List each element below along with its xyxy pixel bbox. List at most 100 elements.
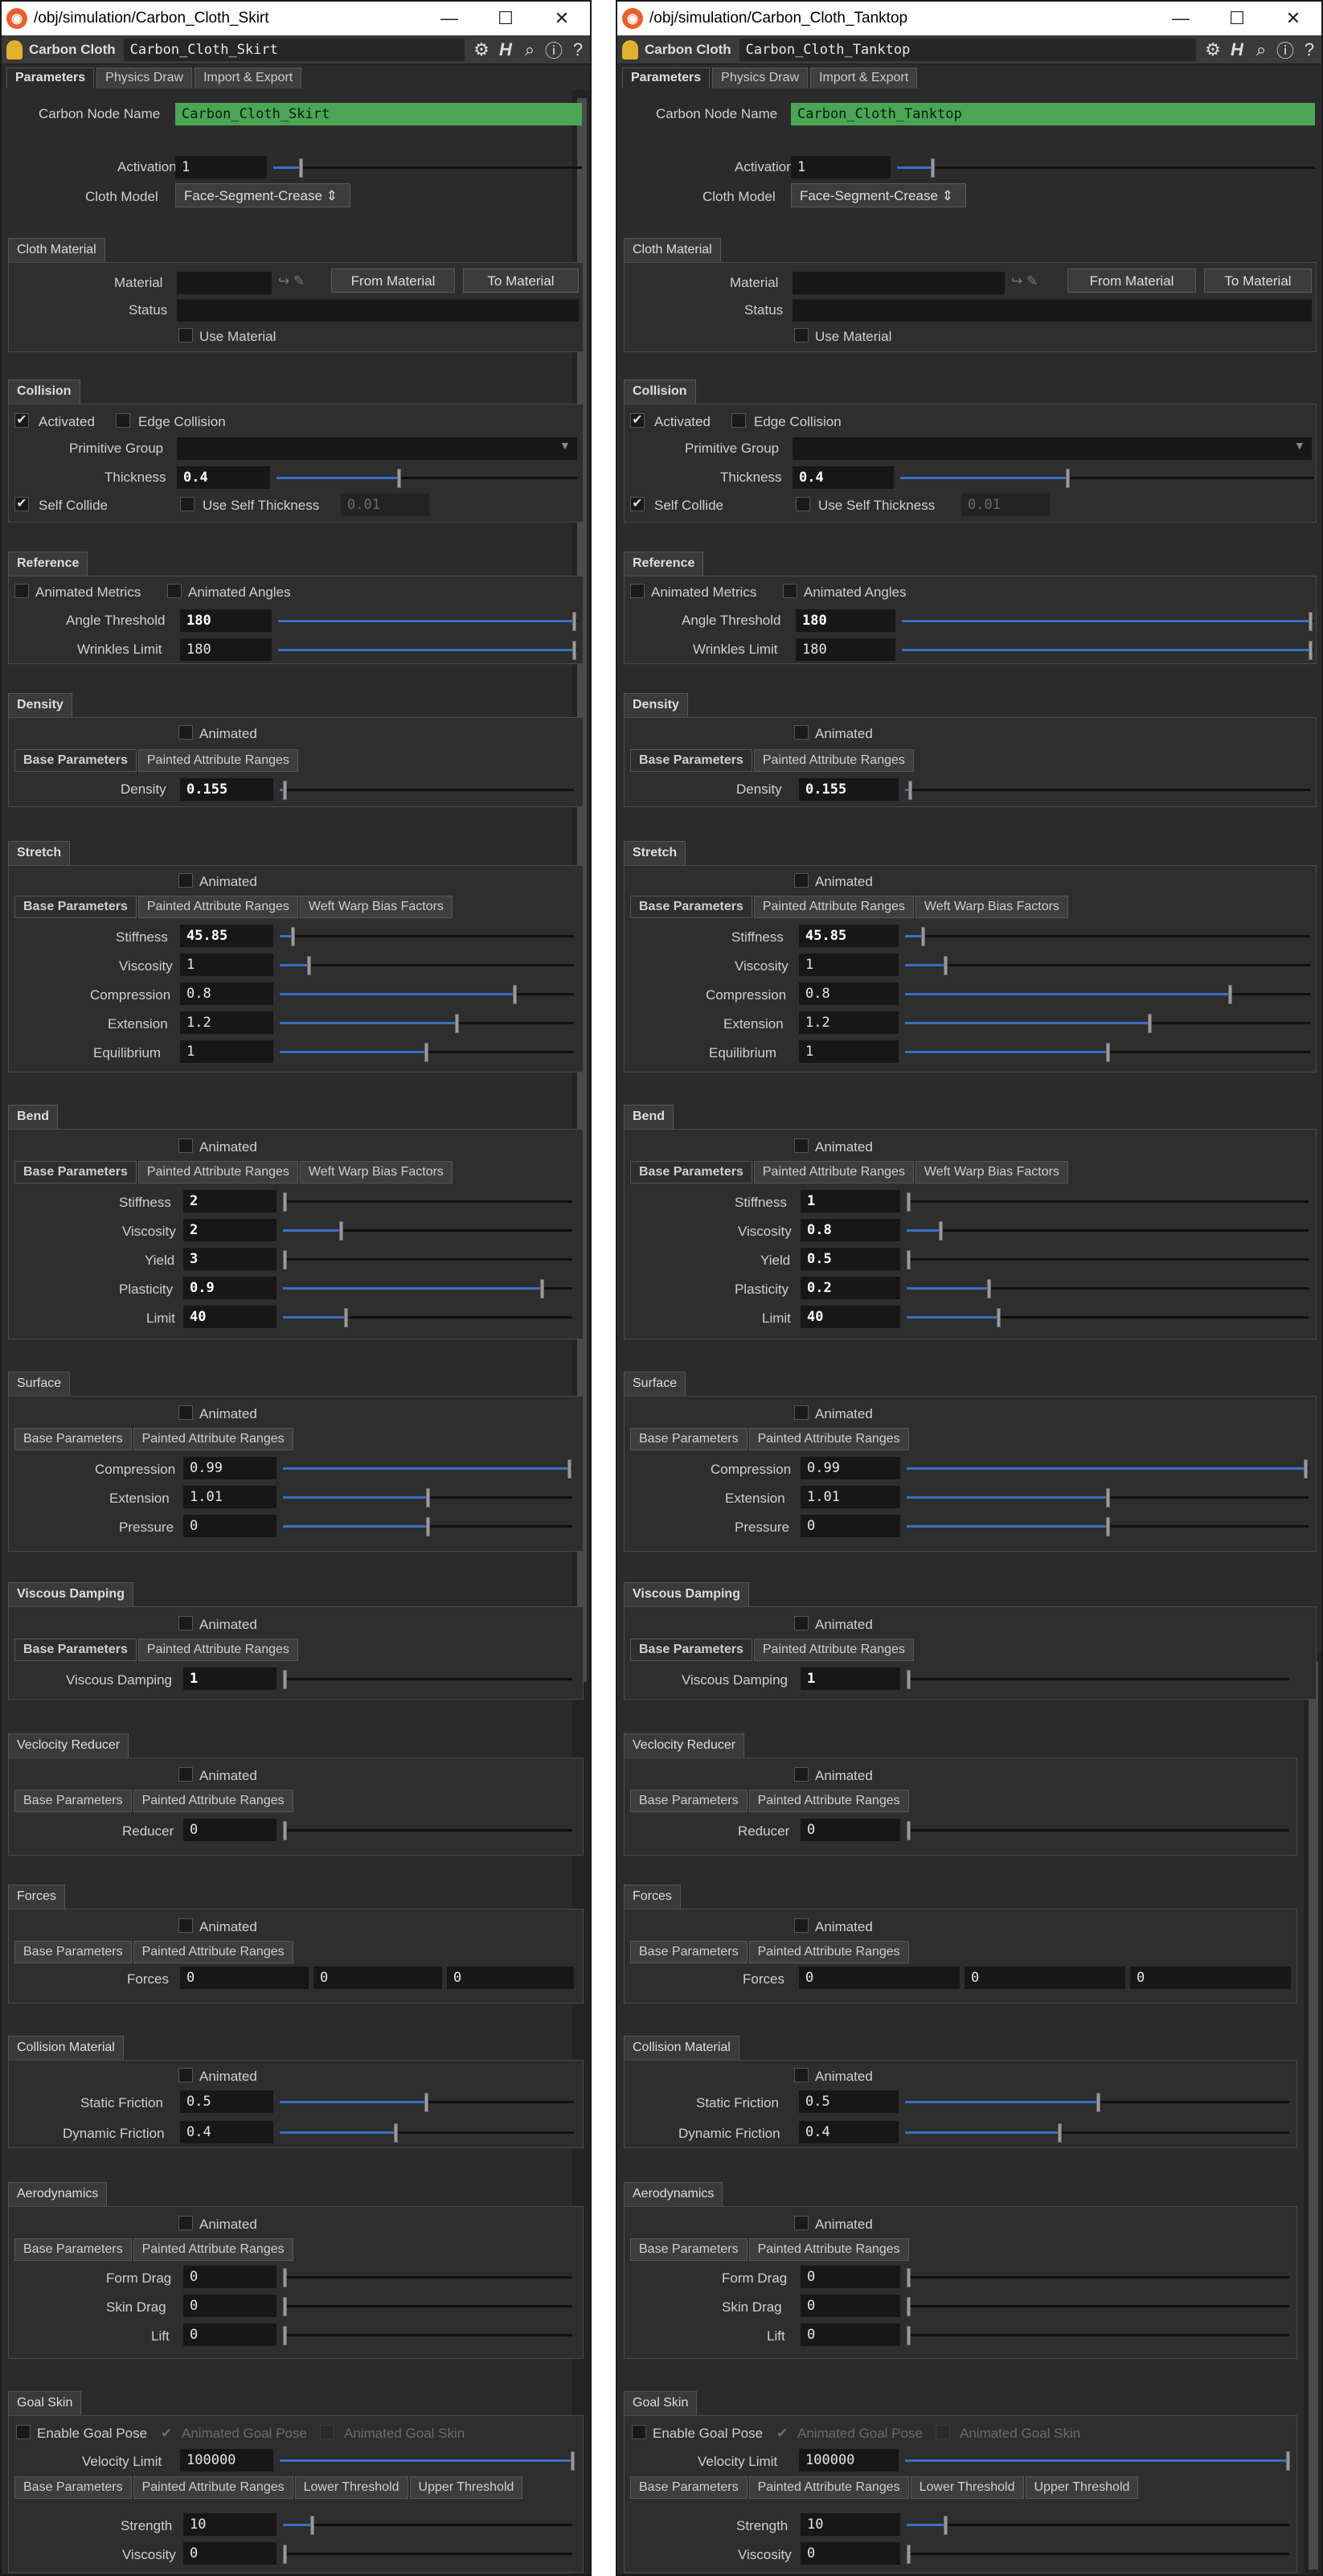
wrinkles-limit-field[interactable]: 180 bbox=[180, 638, 272, 661]
tab-base-parameters[interactable]: Base Parameters bbox=[630, 1790, 748, 1812]
self-collide-checkbox[interactable]: ✔ bbox=[630, 497, 645, 511]
stretch-viscosity-field[interactable]: 1 bbox=[799, 954, 899, 976]
primitive-group-field[interactable] bbox=[177, 437, 577, 460]
angle-threshold-slider[interactable] bbox=[902, 612, 1313, 631]
tab-base-parameters[interactable]: Base Parameters bbox=[630, 896, 752, 918]
section-collision-material[interactable]: Collision Material bbox=[624, 2036, 739, 2060]
activation-field[interactable]: 1 bbox=[175, 156, 267, 178]
bend-yield-field[interactable]: 0.5 bbox=[801, 1248, 900, 1270]
to-material-button[interactable]: To Material bbox=[463, 269, 579, 293]
carbon-node-name-field[interactable]: Carbon_Cloth_Skirt bbox=[175, 103, 582, 125]
stretch-compression-slider[interactable] bbox=[905, 985, 1310, 1004]
thickness-field[interactable]: 0.4 bbox=[177, 466, 270, 489]
material-field[interactable] bbox=[793, 272, 1005, 294]
tab-painted-attribute-ranges[interactable]: Painted Attribute Ranges bbox=[133, 1790, 293, 1812]
animated-metrics-checkbox[interactable] bbox=[630, 584, 645, 598]
tab-painted-attribute-ranges[interactable]: Painted Attribute Ranges bbox=[753, 896, 914, 918]
stretch-animated-checkbox[interactable] bbox=[794, 873, 809, 888]
section-cloth-material[interactable]: Cloth Material bbox=[624, 238, 721, 262]
tab-upper-threshold[interactable]: Upper Threshold bbox=[409, 2476, 523, 2499]
stretch-stiffness-slider[interactable] bbox=[280, 927, 574, 946]
bend-stiffness-field[interactable]: 1 bbox=[801, 1190, 900, 1212]
tab-painted-attribute-ranges[interactable]: Painted Attribute Ranges bbox=[748, 2238, 909, 2261]
tab-base-parameters[interactable]: Base Parameters bbox=[630, 1428, 748, 1450]
tab-base-parameters[interactable]: Base Parameters bbox=[14, 1428, 132, 1450]
section-cloth-material[interactable]: Cloth Material bbox=[8, 238, 105, 262]
bend-stiffness-field[interactable]: 2 bbox=[183, 1190, 276, 1212]
activated-checkbox[interactable]: ✔ bbox=[630, 413, 645, 428]
section-collision-material[interactable]: Collision Material bbox=[8, 2036, 124, 2060]
activated-checkbox[interactable]: ✔ bbox=[14, 413, 29, 428]
dynamic-friction-field[interactable]: 0.4 bbox=[180, 2121, 273, 2143]
viscous-damping-slider[interactable] bbox=[283, 1670, 572, 1689]
animated-goal-skin-checkbox[interactable] bbox=[320, 2425, 334, 2439]
bend-viscosity-field[interactable]: 2 bbox=[183, 1219, 276, 1241]
strength-field[interactable]: 10 bbox=[801, 2513, 900, 2536]
section-reference[interactable]: Reference bbox=[624, 552, 704, 576]
angle-threshold-field[interactable]: 180 bbox=[180, 609, 272, 632]
forces-y-field[interactable]: 0 bbox=[965, 1967, 1125, 1989]
density-field[interactable]: 0.155 bbox=[180, 778, 273, 801]
bend-limit-field[interactable]: 40 bbox=[801, 1306, 900, 1328]
section-collision[interactable]: Collision bbox=[624, 379, 696, 404]
tab-lower-threshold[interactable]: Lower Threshold bbox=[910, 2476, 1024, 2499]
forces-animated-checkbox[interactable] bbox=[178, 1918, 193, 1933]
skin-drag-field[interactable]: 0 bbox=[183, 2295, 276, 2317]
lift-field[interactable]: 0 bbox=[183, 2324, 276, 2346]
stretch-stiffness-slider[interactable] bbox=[905, 927, 1310, 946]
stretch-compression-field[interactable]: 0.8 bbox=[799, 982, 899, 1005]
bend-limit-slider[interactable] bbox=[907, 1308, 1309, 1327]
surface-compression-field[interactable]: 0.99 bbox=[183, 1457, 276, 1479]
stretch-extension-slider[interactable] bbox=[905, 1014, 1310, 1033]
thickness-field[interactable]: 0.4 bbox=[793, 466, 894, 489]
dynamic-friction-field[interactable]: 0.4 bbox=[799, 2121, 899, 2143]
tab-base-parameters[interactable]: Base Parameters bbox=[14, 749, 137, 772]
aerodynamics-animated-checkbox[interactable] bbox=[178, 2216, 193, 2230]
stretch-equilibrium-slider[interactable] bbox=[905, 1043, 1310, 1062]
surface-compression-slider[interactable] bbox=[283, 1459, 572, 1479]
tab-painted-attribute-ranges[interactable]: Painted Attribute Ranges bbox=[137, 1161, 298, 1183]
bend-yield-field[interactable]: 3 bbox=[183, 1248, 276, 1270]
viscous-damping-animated-checkbox[interactable] bbox=[178, 1616, 193, 1631]
activation-slider[interactable] bbox=[273, 158, 582, 178]
angle-threshold-field[interactable]: 180 bbox=[796, 609, 895, 632]
section-forces[interactable]: Forces bbox=[624, 1885, 681, 1909]
self-collide-checkbox[interactable]: ✔ bbox=[14, 497, 29, 511]
forces-x-field[interactable]: 0 bbox=[799, 1967, 960, 1989]
section-aerodynamics[interactable]: Aerodynamics bbox=[624, 2182, 723, 2206]
tab-painted-attribute-ranges[interactable]: Painted Attribute Ranges bbox=[133, 1941, 293, 1963]
forces-z-field[interactable]: 0 bbox=[447, 1967, 574, 1989]
bend-stiffness-slider[interactable] bbox=[283, 1192, 572, 1212]
reducer-slider[interactable] bbox=[283, 1821, 572, 1840]
section-bend[interactable]: Bend bbox=[8, 1105, 58, 1129]
forces-x-field[interactable]: 0 bbox=[180, 1967, 309, 1989]
reducer-slider[interactable] bbox=[907, 1821, 1289, 1840]
section-viscous-damping[interactable]: Viscous Damping bbox=[8, 1582, 133, 1606]
static-friction-field[interactable]: 0.5 bbox=[180, 2090, 273, 2113]
surface-extension-slider[interactable] bbox=[283, 1488, 572, 1507]
surface-compression-field[interactable]: 0.99 bbox=[801, 1457, 900, 1479]
section-surface[interactable]: Surface bbox=[624, 1372, 686, 1396]
section-surface[interactable]: Surface bbox=[8, 1372, 71, 1396]
stretch-extension-field[interactable]: 1.2 bbox=[799, 1011, 899, 1034]
activation-field[interactable]: 1 bbox=[791, 156, 891, 178]
use-self-thickness-checkbox[interactable] bbox=[180, 497, 195, 511]
viscous-damping-slider[interactable] bbox=[907, 1670, 1289, 1689]
velocity-limit-slider[interactable] bbox=[280, 2451, 575, 2471]
strength-slider[interactable] bbox=[907, 2516, 1289, 2535]
dropdown-arrow-icon[interactable]: ▼ bbox=[559, 439, 571, 452]
collision-material-animated-checkbox[interactable] bbox=[178, 2068, 193, 2082]
cloth-model-dropdown[interactable]: Face-Segment-Crease ⇕ bbox=[175, 183, 350, 207]
surface-compression-slider[interactable] bbox=[907, 1459, 1309, 1479]
status-field[interactable] bbox=[177, 299, 579, 322]
tab-weft-warp-bias-factors[interactable]: Weft Warp Bias Factors bbox=[299, 896, 453, 918]
stretch-stiffness-field[interactable]: 45.85 bbox=[180, 925, 273, 947]
forces-y-field[interactable]: 0 bbox=[313, 1967, 442, 1989]
section-goal-skin[interactable]: Goal Skin bbox=[8, 2391, 82, 2415]
reducer-field[interactable]: 0 bbox=[183, 1819, 276, 1841]
stretch-equilibrium-slider[interactable] bbox=[280, 1043, 574, 1062]
surface-animated-checkbox[interactable] bbox=[178, 1405, 193, 1420]
tab-base-parameters[interactable]: Base Parameters bbox=[14, 2238, 132, 2261]
tab-painted-attribute-ranges[interactable]: Painted Attribute Ranges bbox=[748, 1941, 909, 1963]
wrinkles-limit-field[interactable]: 180 bbox=[796, 638, 895, 661]
